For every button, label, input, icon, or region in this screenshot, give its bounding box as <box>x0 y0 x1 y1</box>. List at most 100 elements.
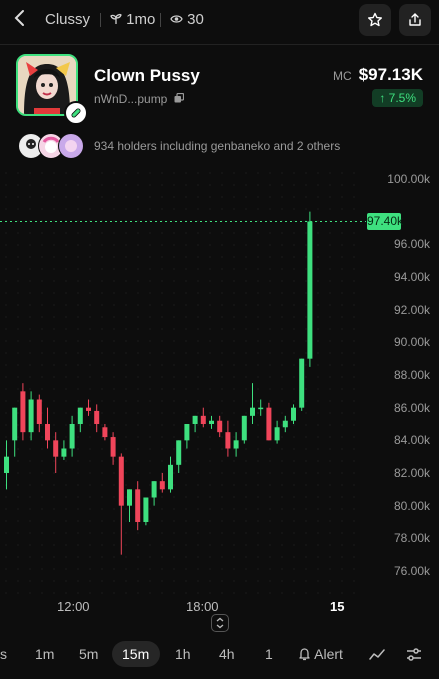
grid-dot <box>185 520 187 522</box>
grid-dot <box>317 436 319 438</box>
grid-dot <box>305 304 307 306</box>
grid-dot <box>161 448 163 450</box>
candle-body <box>135 489 141 522</box>
grid-dot <box>329 304 331 306</box>
grid-dot <box>89 532 91 534</box>
price-chart[interactable] <box>0 165 439 635</box>
grid-dot <box>245 532 247 534</box>
grid-dot <box>221 268 223 270</box>
grid-dot <box>185 292 187 294</box>
grid-dot <box>245 172 247 174</box>
timeframe-1d[interactable]: 1 <box>265 646 273 662</box>
holder-avatars[interactable] <box>18 133 88 159</box>
timeframe-4h[interactable]: 4h <box>219 646 235 662</box>
grid-dot <box>329 196 331 198</box>
expand-toggle-button[interactable] <box>211 614 229 632</box>
grid-dot <box>65 388 67 390</box>
timeframe-1h[interactable]: 1h <box>175 646 191 662</box>
grid-dot <box>269 316 271 318</box>
grid-dot <box>209 568 211 570</box>
grid-dot <box>161 172 163 174</box>
grid-dot <box>125 172 127 174</box>
grid-dot <box>41 292 43 294</box>
grid-dot <box>233 328 235 330</box>
grid-dot <box>221 304 223 306</box>
grid-dot <box>197 364 199 366</box>
grid-dot <box>329 448 331 450</box>
grid-dot <box>101 580 103 582</box>
grid-dot <box>77 448 79 450</box>
grid-dot <box>53 520 55 522</box>
grid-dot <box>269 196 271 198</box>
grid-dot <box>17 568 19 570</box>
grid-dot <box>41 424 43 426</box>
grid-dot <box>29 280 31 282</box>
grid-dot <box>101 556 103 558</box>
grid-dot <box>233 556 235 558</box>
timeframe-1m[interactable]: 1m <box>35 646 54 662</box>
indicator-line-icon[interactable] <box>368 646 386 664</box>
grid-dot <box>197 448 199 450</box>
grid-dot <box>317 592 319 594</box>
grid-dot <box>125 412 127 414</box>
grid-dot <box>173 292 175 294</box>
grid-dot <box>173 256 175 258</box>
grid-dot <box>257 316 259 318</box>
grid-dot <box>257 412 259 414</box>
grid-dot <box>113 316 115 318</box>
grid-dot <box>281 184 283 186</box>
grid-dot <box>245 232 247 234</box>
back-arrow-icon[interactable] <box>12 8 32 32</box>
grid-dot <box>101 232 103 234</box>
grid-dot <box>17 328 19 330</box>
timeframe-seconds[interactable]: s <box>0 646 7 662</box>
grid-dot <box>5 592 7 594</box>
grid-dot <box>233 172 235 174</box>
grid-dot <box>305 352 307 354</box>
grid-dot <box>209 376 211 378</box>
grid-dot <box>281 436 283 438</box>
grid-dot <box>245 280 247 282</box>
grid-dot <box>161 352 163 354</box>
grid-dot <box>53 472 55 474</box>
grid-dot <box>125 508 127 510</box>
grid-dot <box>77 280 79 282</box>
favorite-button[interactable] <box>359 4 391 36</box>
grid-dot <box>101 328 103 330</box>
grid-dot <box>89 496 91 498</box>
timeframe-15m[interactable]: 15m <box>122 646 149 662</box>
grid-dot <box>17 520 19 522</box>
grid-dot <box>197 280 199 282</box>
grid-dot <box>245 292 247 294</box>
grid-dot <box>341 412 343 414</box>
grid-dot <box>29 484 31 486</box>
grid-dot <box>101 472 103 474</box>
grid-dot <box>149 292 151 294</box>
copy-icon[interactable] <box>174 93 184 103</box>
grid-dot <box>53 340 55 342</box>
grid-dot <box>149 532 151 534</box>
settings-sliders-icon[interactable] <box>405 646 423 664</box>
grid-dot <box>77 304 79 306</box>
grid-dot <box>17 232 19 234</box>
grid-dot <box>281 304 283 306</box>
grid-dot <box>353 256 355 258</box>
grid-dot <box>269 544 271 546</box>
grid-dot <box>281 544 283 546</box>
grid-dot <box>29 592 31 594</box>
grid-dot <box>293 400 295 402</box>
share-button[interactable] <box>399 4 431 36</box>
alert-button[interactable]: Alert <box>298 646 343 662</box>
grid-dot <box>5 316 7 318</box>
grid-dot <box>281 208 283 210</box>
grid-dot <box>197 340 199 342</box>
timeframe-5m[interactable]: 5m <box>79 646 98 662</box>
grid-dot <box>257 172 259 174</box>
grid-dot <box>329 340 331 342</box>
grid-dot <box>41 592 43 594</box>
grid-dot <box>149 376 151 378</box>
grid-dot <box>197 544 199 546</box>
grid-dot <box>281 364 283 366</box>
grid-dot <box>305 316 307 318</box>
holders-summary[interactable]: 934 holders including genbaneko and 2 ot… <box>94 139 340 153</box>
